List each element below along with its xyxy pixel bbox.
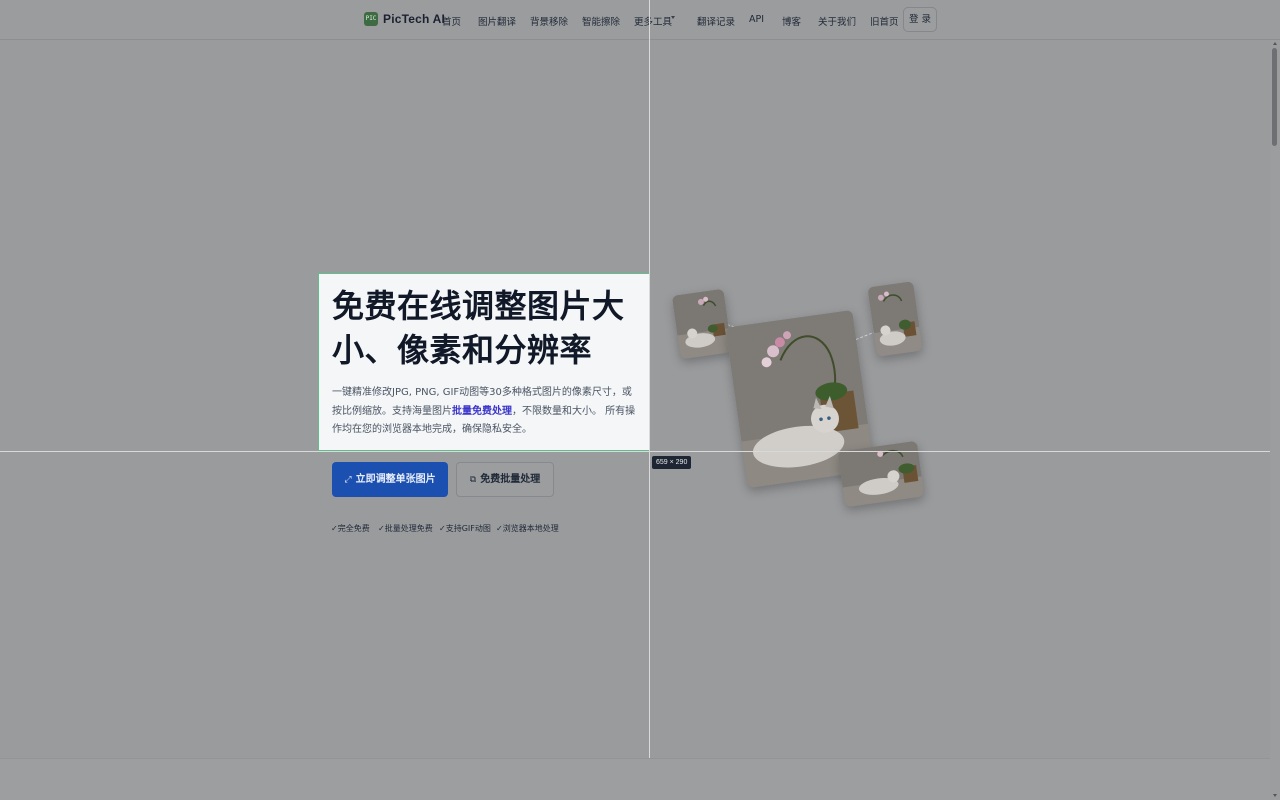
brand-name[interactable]: PicTech AI xyxy=(383,12,445,26)
batch-free-link[interactable]: 批量免费处理 xyxy=(452,406,512,417)
nav-blog[interactable]: 博客 xyxy=(782,14,801,28)
chevron-down-icon[interactable] xyxy=(671,16,675,19)
batch-icon: ⧉ xyxy=(469,475,477,485)
batch-process-button[interactable]: ⧉ 免费批量处理 xyxy=(456,462,554,497)
cat-photo-small xyxy=(671,288,733,360)
footer-strip xyxy=(0,758,1270,800)
nav-image-translate[interactable]: 图片翻译 xyxy=(478,14,516,28)
nav-translation-history[interactable]: 翻译记录 xyxy=(697,14,735,28)
logo-icon[interactable]: PIC xyxy=(364,12,378,26)
scrollbar-thumb[interactable] xyxy=(1272,48,1277,146)
scrollbar[interactable] xyxy=(1270,40,1280,800)
nav-api[interactable]: API xyxy=(749,14,764,25)
nav-about[interactable]: 关于我们 xyxy=(818,14,856,28)
button-label: 免费批量处理 xyxy=(480,474,541,485)
hero-text-block: 免费在线调整图片大小、像素和分辨率 一键精准修改JPG, PNG, GIF动图等… xyxy=(318,273,650,451)
nav-smart-erase[interactable]: 智能擦除 xyxy=(582,14,620,28)
login-button[interactable]: 登 录 xyxy=(903,7,937,32)
dimension-badge: 659 × 290 xyxy=(652,456,692,469)
top-navigation-bar: PIC PicTech AI 首页 图片翻译 背景移除 智能擦除 更多工具 翻译… xyxy=(0,0,1280,40)
scroll-up-icon[interactable] xyxy=(1273,42,1277,45)
resize-single-image-button[interactable]: ⤢ 立即调整单张图片 xyxy=(332,462,448,497)
resize-icon: ⤢ xyxy=(344,475,352,485)
button-label: 立即调整单张图片 xyxy=(355,474,436,485)
feature-gif-support: ✓支持GIF动图 xyxy=(439,524,491,533)
guide-line-vertical xyxy=(649,0,650,800)
feature-batch-free: ✓批量处理免费 xyxy=(378,524,433,533)
feature-local-processing: ✓浏览器本地处理 xyxy=(496,524,559,533)
nav-more-tools[interactable]: 更多工具 xyxy=(634,14,672,28)
cat-photo-small xyxy=(867,281,923,357)
scroll-down-icon[interactable] xyxy=(1273,794,1277,797)
nav-home[interactable]: 首页 xyxy=(442,14,461,28)
page-title: 免费在线调整图片大小、像素和分辨率 xyxy=(332,287,625,369)
feature-free: ✓完全免费 xyxy=(331,524,370,533)
nav-background-remove[interactable]: 背景移除 xyxy=(530,14,568,28)
hero-description: 一键精准修改JPG, PNG, GIF动图等30多种格式图片的像素尺寸，或按比例… xyxy=(332,384,637,440)
guide-line-horizontal xyxy=(0,451,1280,452)
nav-old-home[interactable]: 旧首页 xyxy=(870,14,899,28)
